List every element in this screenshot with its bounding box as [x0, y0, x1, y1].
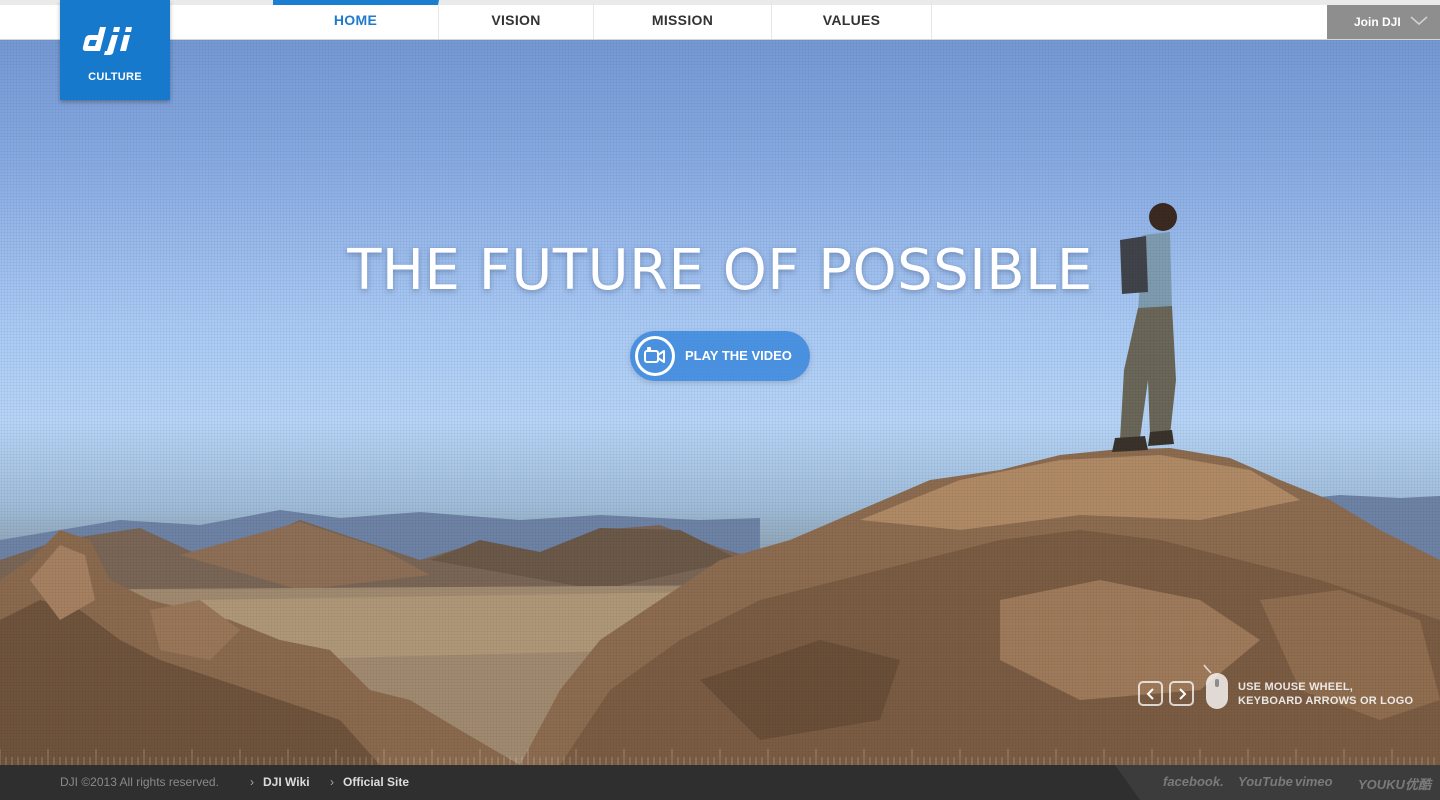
- nav-item-label: VALUES: [822, 11, 881, 28]
- dji-wiki-label: DJI Wiki: [263, 775, 310, 789]
- video-camera-icon: [635, 336, 675, 376]
- play-video-button[interactable]: PLAY THE VIDEO: [630, 331, 810, 381]
- timeline-ruler: [0, 749, 1435, 765]
- official-site-link[interactable]: › Official Site: [330, 775, 409, 789]
- facebook-link[interactable]: facebook.: [1163, 774, 1224, 789]
- copyright-text: DJI ©2013 All rights reserved.: [60, 775, 219, 789]
- nav-item-home[interactable]: HOME: [273, 0, 439, 39]
- join-dji-button[interactable]: Join DJI: [1327, 5, 1440, 39]
- nav-item-label: MISSION: [651, 11, 714, 28]
- chevron-right-icon: ›: [330, 775, 334, 789]
- nav-item-vision[interactable]: VISION: [439, 0, 594, 39]
- hero-background: [0, 0, 1440, 765]
- landscape-illustration: [0, 203, 1440, 765]
- play-video-label: PLAY THE VIDEO: [685, 348, 792, 363]
- social-links: facebook. YouTube vimeo YOUKU优酷: [1115, 765, 1440, 800]
- youku-link[interactable]: YOUKU优酷: [1358, 774, 1431, 793]
- prev-arrow-button[interactable]: [1138, 681, 1163, 706]
- dji-logo-icon: [82, 27, 132, 55]
- logo-subtitle: CULTURE: [88, 71, 142, 83]
- top-nav-bar: HOME VISION MISSION VALUES Join DJI: [0, 0, 1440, 40]
- join-dji-label: Join DJI: [1354, 15, 1401, 29]
- chevron-right-icon: ›: [250, 775, 254, 789]
- chevron-right-icon: [1179, 688, 1187, 700]
- youtube-link[interactable]: YouTube: [1238, 774, 1293, 789]
- nav-item-label: HOME: [333, 11, 378, 28]
- mouse-wheel-icon: [1203, 664, 1228, 709]
- chevron-left-icon: [1146, 688, 1154, 700]
- nav-item-mission[interactable]: MISSION: [594, 0, 772, 39]
- chevron-down-icon: [1410, 16, 1428, 26]
- dji-culture-logo[interactable]: CULTURE: [60, 0, 170, 100]
- official-site-label: Official Site: [343, 775, 410, 789]
- navigation-hint: USE MOUSE WHEEL, KEYBOARD ARROWS OR LOGO: [1238, 680, 1413, 708]
- main-nav: HOME VISION MISSION VALUES: [273, 0, 932, 39]
- hero-headline: THE FUTURE OF POSSIBLE: [347, 238, 1093, 303]
- hint-line-2: KEYBOARD ARROWS OR LOGO: [1238, 695, 1414, 707]
- hint-line-1: USE MOUSE WHEEL,: [1238, 681, 1354, 693]
- vimeo-link[interactable]: vimeo: [1295, 774, 1333, 789]
- nav-item-label: VISION: [491, 11, 541, 28]
- footer: DJI ©2013 All rights reserved. › DJI Wiki…: [0, 765, 1440, 800]
- next-arrow-button[interactable]: [1169, 681, 1194, 706]
- dji-wiki-link[interactable]: › DJI Wiki: [250, 775, 310, 789]
- nav-item-values[interactable]: VALUES: [772, 0, 932, 39]
